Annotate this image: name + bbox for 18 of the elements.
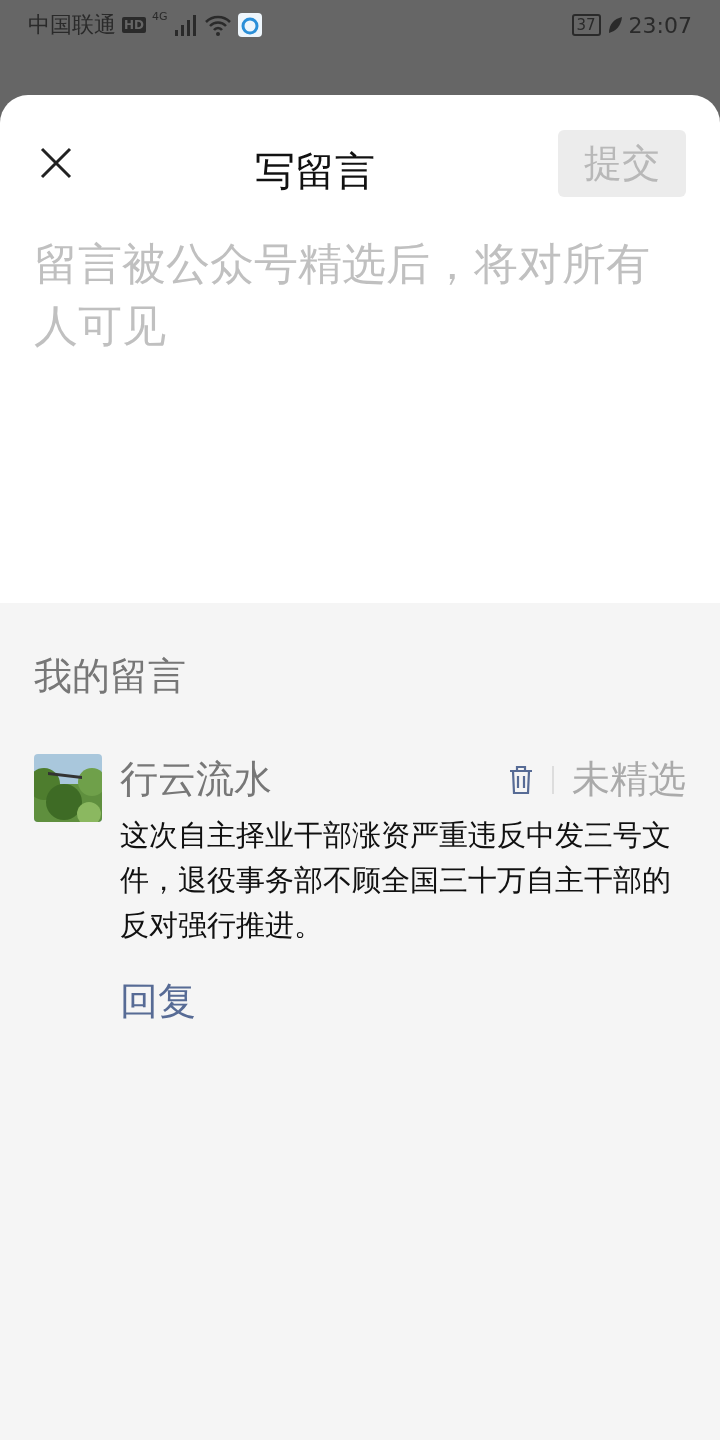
section-heading: 我的留言 — [34, 653, 187, 700]
signal-icon — [173, 14, 198, 36]
app-icon — [237, 13, 262, 37]
network-type: 4G — [152, 10, 168, 23]
status-label: 未精选 — [572, 756, 686, 803]
comment-text: 这次自主择业干部涨资严重违反中发三号文件，退役事务部不顾全国三十万自主干部的反对强行推进。 — [120, 817, 672, 944]
trash-icon[interactable] — [508, 764, 534, 795]
comment-input[interactable]: 留言被公众号精选后，将对所有人可见 — [0, 197, 720, 603]
reply-link[interactable]: 回复 — [120, 976, 196, 1027]
wifi-icon — [203, 14, 232, 36]
clock: 23:07 — [628, 12, 692, 38]
sheet-title: 写留言 — [254, 146, 376, 196]
carrier: 中国联通 — [28, 11, 116, 39]
battery-icon: 37 — [571, 14, 601, 36]
user-name: 行云流水 — [120, 756, 273, 803]
leaf-icon — [606, 16, 623, 34]
close-icon[interactable] — [40, 147, 72, 179]
hd-icon: HD — [122, 17, 146, 33]
